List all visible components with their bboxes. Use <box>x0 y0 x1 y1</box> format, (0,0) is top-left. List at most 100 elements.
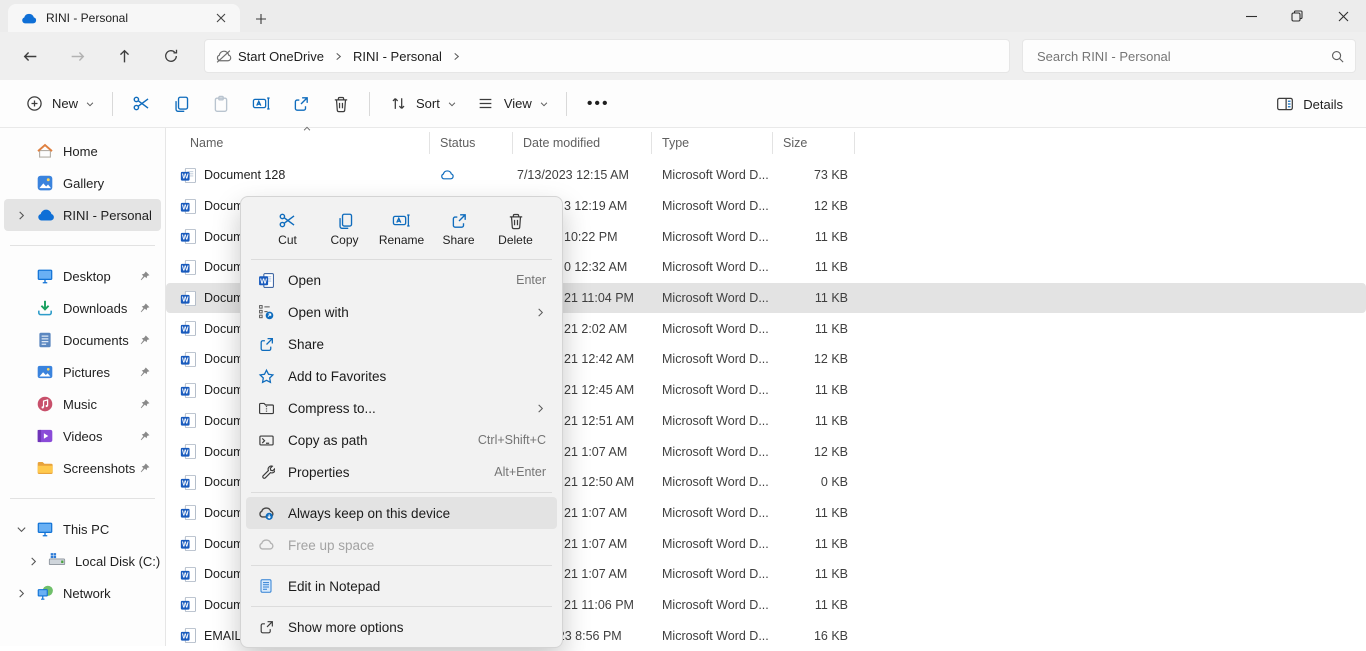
submenu-chevron-icon <box>535 403 546 414</box>
file-name: Docum <box>204 291 244 305</box>
tab-close-icon[interactable] <box>210 7 232 29</box>
refresh-button[interactable] <box>154 39 188 73</box>
explorer-tab[interactable]: RINI - Personal <box>8 4 240 32</box>
sidebar-item-local-disk-c[interactable]: Local Disk (C:) <box>4 545 161 577</box>
word-file-icon: W <box>180 566 197 583</box>
up-button[interactable] <box>107 39 141 73</box>
breadcrumb-current[interactable]: RINI - Personal <box>347 49 448 64</box>
rename-button[interactable] <box>241 87 281 121</box>
menu-item-share[interactable]: Share <box>246 328 557 360</box>
breadcrumb-chevron-icon[interactable] <box>334 52 343 61</box>
search-input[interactable] <box>1037 49 1330 64</box>
file-type: Microsoft Word D... <box>652 414 773 428</box>
menu-separator <box>251 492 552 493</box>
file-size: 11 KB <box>773 537 855 551</box>
sort-button[interactable]: Sort <box>378 87 466 121</box>
column-header-name[interactable]: Name <box>166 132 430 154</box>
menu-item-free-up-space[interactable]: Free up space <box>246 529 557 561</box>
search-box[interactable] <box>1022 39 1356 73</box>
desktop-icon <box>36 267 54 285</box>
more-options-icon[interactable]: ••• <box>575 95 622 113</box>
command-toolbar: New Sort <box>0 80 1366 128</box>
context-share-button[interactable]: Share <box>433 209 485 250</box>
chevron-right-icon[interactable] <box>16 210 36 221</box>
sidebar-item-this-pc[interactable]: This PC <box>4 513 161 545</box>
sidebar-item-home[interactable]: Home <box>4 135 161 167</box>
context-cut-button[interactable]: Cut <box>262 208 314 250</box>
delete-button[interactable] <box>321 87 361 121</box>
file-size: 73 KB <box>773 168 855 182</box>
menu-item-add-to-favorites[interactable]: Add to Favorites <box>246 360 557 392</box>
svg-text:W: W <box>182 296 189 303</box>
file-size: 11 KB <box>773 291 855 305</box>
context-rename-button[interactable]: Rename <box>376 208 428 250</box>
view-list-icon <box>475 93 497 115</box>
restore-button[interactable] <box>1274 0 1320 32</box>
word-file-icon: W <box>180 198 197 215</box>
file-type: Microsoft Word D... <box>652 598 773 612</box>
back-button[interactable] <box>13 39 47 73</box>
address-bar[interactable]: Start OneDrive RINI - Personal <box>204 39 1010 73</box>
svg-text:W: W <box>182 388 189 395</box>
sidebar-item-desktop[interactable]: Desktop <box>4 260 161 292</box>
sidebar-item-label: This PC <box>63 522 109 537</box>
chevron-down-icon[interactable] <box>16 524 36 535</box>
sidebar-item-network[interactable]: Network <box>4 577 161 609</box>
copy-button[interactable] <box>161 87 201 121</box>
pin-icon <box>138 334 151 347</box>
menu-item-show-more-options[interactable]: Show more options <box>246 611 557 643</box>
file-name: Document 128 <box>204 168 285 182</box>
view-button[interactable]: View <box>466 87 558 121</box>
menu-item-compress-to[interactable]: Compress to... <box>246 392 557 424</box>
new-tab-button[interactable] <box>246 6 276 32</box>
sidebar-item-pictures[interactable]: Pictures <box>4 356 161 388</box>
menu-item-label: Properties <box>288 465 481 480</box>
onedrive-offline-icon <box>215 48 232 65</box>
minimize-button[interactable] <box>1228 0 1274 32</box>
context-copy-button[interactable]: Copy <box>319 209 371 250</box>
forward-button[interactable] <box>60 39 94 73</box>
navigation-bar: Start OneDrive RINI - Personal <box>0 32 1366 80</box>
music-icon <box>36 395 54 413</box>
context-delete-button[interactable]: Delete <box>490 209 542 250</box>
column-header-date-modified[interactable]: Date modified <box>513 132 652 154</box>
share-button[interactable] <box>281 87 321 121</box>
column-header-status[interactable]: Status <box>430 132 513 154</box>
cut-button[interactable] <box>121 87 161 121</box>
details-button[interactable]: Details <box>1265 87 1352 121</box>
home-icon <box>36 142 54 160</box>
star-icon <box>257 367 275 385</box>
menu-item-copy-as-path[interactable]: Copy as path Ctrl+Shift+C <box>246 424 557 456</box>
compress-folder-icon <box>257 399 275 417</box>
sidebar-item-music[interactable]: Music <box>4 388 161 420</box>
pin-icon <box>138 430 151 443</box>
paste-button[interactable] <box>201 87 241 121</box>
svg-text:W: W <box>182 419 189 426</box>
local-disk-icon <box>48 552 66 570</box>
breadcrumb-root[interactable]: Start OneDrive <box>232 49 330 64</box>
folder-icon <box>36 459 54 477</box>
chevron-right-icon[interactable] <box>16 588 36 599</box>
sidebar-item-documents[interactable]: Documents <box>4 324 161 356</box>
sidebar-item-screenshots[interactable]: Screenshots <box>4 452 161 484</box>
sidebar-item-videos[interactable]: Videos <box>4 420 161 452</box>
column-header-size[interactable]: Size <box>773 132 855 154</box>
close-button[interactable] <box>1320 0 1366 32</box>
search-icon[interactable] <box>1330 49 1345 64</box>
word-file-icon: W <box>180 228 197 245</box>
breadcrumb-chevron-icon[interactable] <box>452 52 461 61</box>
sidebar-item-downloads[interactable]: Downloads <box>4 292 161 324</box>
chevron-right-icon[interactable] <box>28 556 48 567</box>
sidebar-item-gallery[interactable]: Gallery <box>4 167 161 199</box>
menu-item-open-with[interactable]: Open with <box>246 296 557 328</box>
menu-item-always-keep-on-device[interactable]: Always keep on this device <box>246 497 557 529</box>
menu-item-properties[interactable]: Properties Alt+Enter <box>246 456 557 488</box>
menu-item-open[interactable]: W Open Enter <box>246 264 557 296</box>
command-label: Copy <box>330 233 358 247</box>
new-button[interactable]: New <box>14 87 104 121</box>
menu-item-edit-in-notepad[interactable]: Edit in Notepad <box>246 570 557 602</box>
sidebar-item-rini-personal[interactable]: RINI - Personal <box>4 199 161 231</box>
file-row[interactable]: WDocument 128 7/13/2023 12:15 AM Microso… <box>166 160 1366 191</box>
column-header-type[interactable]: Type <box>652 132 773 154</box>
command-label: Delete <box>498 233 533 247</box>
